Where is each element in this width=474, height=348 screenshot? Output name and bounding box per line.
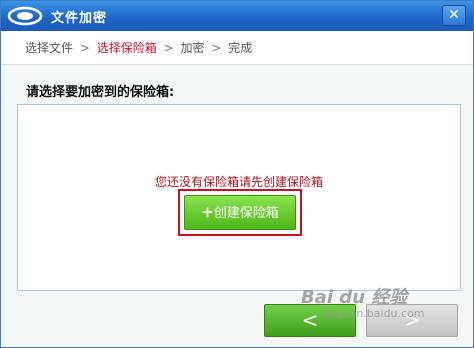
plus-icon: + <box>201 203 214 221</box>
no-safe-message: 您还没有保险箱请先创建保险箱 <box>154 175 323 189</box>
create-safe-button[interactable]: +创建保险箱 <box>184 195 296 230</box>
breadcrumb-step-select-file: 选择文件 <box>25 41 74 55</box>
breadcrumb-step-done: 完成 <box>228 41 253 55</box>
close-button[interactable]: ✕ <box>442 5 466 26</box>
select-safe-prompt: 请选择要加密到的保险箱: <box>26 85 175 100</box>
breadcrumb-separator: > <box>163 41 174 55</box>
window-title: 文件加密 <box>51 11 108 26</box>
breadcrumb-separator: > <box>211 41 222 55</box>
title-bar[interactable]: 文件加密 ✕ <box>1 1 473 31</box>
app-logo-icon <box>7 6 43 26</box>
safe-list-panel: 您还没有保险箱请先创建保险箱 +创建保险箱 <box>17 104 461 291</box>
next-arrow-icon: > <box>403 308 421 332</box>
back-arrow-icon: < <box>301 308 319 332</box>
back-button[interactable]: < <box>264 304 356 337</box>
breadcrumb-step-encrypt: 加密 <box>180 41 205 55</box>
create-button-highlight: +创建保险箱 <box>178 189 302 236</box>
breadcrumb-step-select-safe: 选择保险箱 <box>96 41 157 55</box>
breadcrumb-separator: > <box>79 41 90 55</box>
file-encrypt-window: 文件加密 ✕ 选择文件 > 选择保险箱 > 加密 > 完成 请选择要加密到的保险… <box>0 0 474 348</box>
next-button: > <box>366 304 458 337</box>
breadcrumb: 选择文件 > 选择保险箱 > 加密 > 完成 <box>1 31 473 65</box>
create-safe-label: 创建保险箱 <box>213 206 279 221</box>
